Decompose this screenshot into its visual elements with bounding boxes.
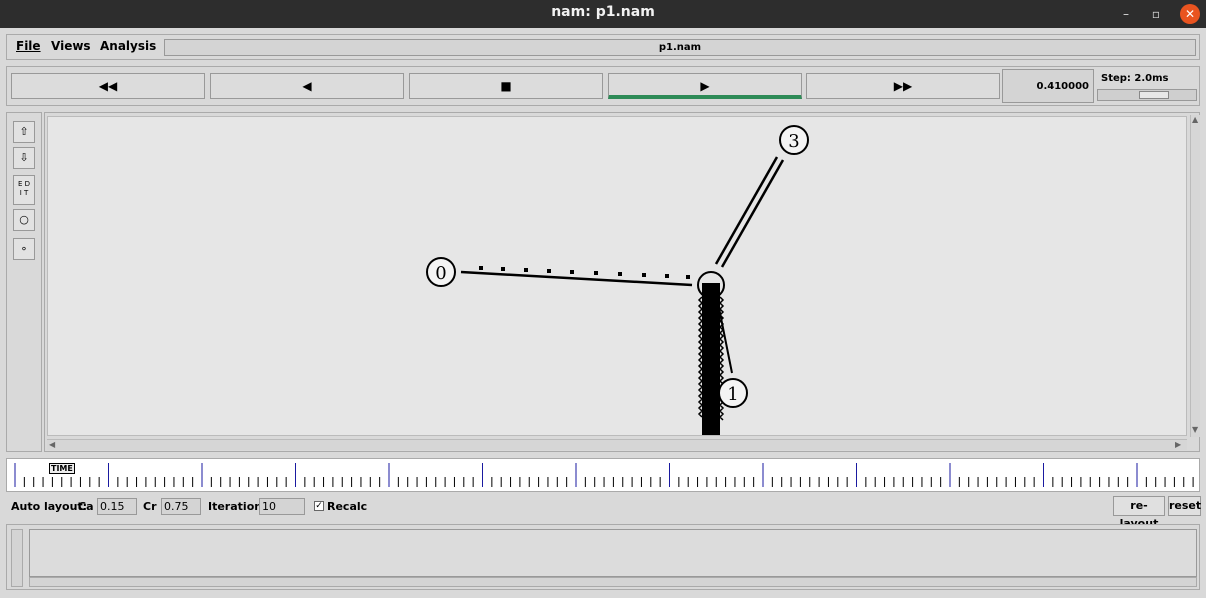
play-button[interactable]: ▶ — [608, 73, 802, 99]
node-3[interactable]: 3 — [779, 125, 809, 155]
large-circle-icon[interactable]: ○ — [13, 209, 35, 231]
menu-file-label: File — [16, 39, 41, 53]
packet — [547, 269, 551, 273]
window-title: nam: p1.nam — [551, 4, 655, 20]
annotation-vertical-scrollbar[interactable] — [11, 529, 23, 587]
auto-layout-bar: Auto layout: Ca 0.15 Cr 0.75 Iterations … — [0, 496, 1206, 530]
maximize-button[interactable]: ▫ — [1146, 4, 1166, 24]
step-slider[interactable] — [1097, 89, 1197, 101]
filename-display: p1.nam — [164, 39, 1196, 56]
step-control: Step: 2.0ms — [1097, 69, 1197, 103]
network-graph: 0 3 1 — [426, 125, 809, 435]
node-1[interactable]: 1 — [718, 378, 748, 408]
relayout-button[interactable]: re-layout — [1113, 496, 1165, 530]
iterations-input[interactable]: 10 — [259, 498, 305, 515]
menu-views[interactable]: Views — [51, 39, 91, 53]
step-back-button[interactable]: ◀ — [210, 73, 404, 99]
stop-button[interactable]: ■ — [409, 73, 603, 99]
menubar: File Views Analysis p1.nam — [6, 34, 1200, 60]
node-3-label: 3 — [788, 131, 799, 152]
current-time-display: 0.410000 — [1002, 69, 1094, 103]
ca-label: Ca — [78, 500, 94, 513]
timeline-time-marker[interactable]: TIME — [49, 463, 75, 474]
ca-input[interactable]: 0.15 — [97, 498, 137, 515]
scroll-down-arrow-icon[interactable]: ▼ — [1192, 425, 1198, 434]
recalc-label: Recalc — [327, 500, 368, 513]
timeline-ticks — [14, 463, 1194, 487]
close-button[interactable]: ✕ — [1180, 4, 1200, 24]
small-circle-icon[interactable]: ∘ — [13, 238, 35, 260]
packet-queue — [697, 283, 725, 435]
scroll-left-arrow-icon[interactable]: ◀ — [49, 440, 55, 449]
window-titlebar: nam: p1.nam – ▫ ✕ — [0, 0, 1206, 28]
minimize-button[interactable]: – — [1116, 4, 1136, 24]
link-2-3-b — [720, 159, 785, 268]
node-0[interactable]: 0 — [426, 257, 456, 287]
packet — [524, 268, 528, 272]
link-2-3-a — [714, 156, 779, 265]
menu-file[interactable]: File — [16, 39, 41, 53]
packet — [570, 270, 574, 274]
zoom-in-icon[interactable]: ⇧ — [13, 121, 35, 143]
packet — [594, 271, 598, 275]
recalc-checkbox[interactable]: ✓ — [314, 501, 324, 511]
packet — [479, 266, 483, 270]
fast-forward-button[interactable]: ▶▶ — [806, 73, 1000, 99]
network-canvas-frame: 0 3 1 ▲ ▼ ◀ ▶ — [44, 112, 1200, 452]
annotation-list[interactable] — [29, 529, 1197, 577]
menu-analysis[interactable]: Analysis — [100, 39, 156, 53]
auto-layout-label: Auto layout: — [11, 500, 88, 513]
step-label: Step: 2.0ms — [1101, 73, 1169, 84]
canvas-vertical-scrollbar[interactable]: ▲ ▼ — [1190, 115, 1200, 437]
menu-analysis-label: Analysis — [100, 39, 157, 53]
packet — [642, 273, 646, 277]
playback-controls: ◀◀ ◀ ■ ▶ ▶▶ 0.410000 Step: 2.0ms — [6, 66, 1200, 106]
timeline-slider[interactable]: TIME — [6, 458, 1200, 492]
cr-input[interactable]: 0.75 — [161, 498, 201, 515]
annotation-panel — [6, 524, 1200, 590]
node-0-label: 0 — [435, 263, 446, 284]
packet — [686, 275, 690, 279]
edit-button[interactable]: E D I T — [13, 175, 35, 205]
side-toolbar: ⇧ ⇩ E D I T ○ ∘ — [6, 112, 42, 452]
scroll-up-arrow-icon[interactable]: ▲ — [1192, 115, 1198, 124]
packet — [501, 267, 505, 271]
queue-edge-left — [697, 296, 704, 418]
packet — [618, 272, 622, 276]
link-0-2 — [460, 270, 693, 287]
step-slider-thumb[interactable] — [1139, 91, 1169, 99]
edit-label: E D I T — [17, 180, 31, 197]
canvas-horizontal-scrollbar[interactable]: ◀ ▶ — [47, 439, 1187, 450]
queue-stack — [702, 283, 720, 435]
rewind-button[interactable]: ◀◀ — [11, 73, 205, 99]
node-1-label: 1 — [727, 384, 738, 405]
cr-label: Cr — [143, 500, 157, 513]
menu-views-label: Views — [51, 39, 91, 53]
scroll-right-arrow-icon[interactable]: ▶ — [1175, 440, 1181, 449]
annotation-horizontal-scrollbar[interactable] — [29, 577, 1197, 587]
packets-link-0 — [479, 266, 690, 279]
network-canvas[interactable]: 0 3 1 — [47, 116, 1187, 436]
packet — [665, 274, 669, 278]
reset-button[interactable]: reset — [1168, 496, 1201, 516]
zoom-out-icon[interactable]: ⇩ — [13, 147, 35, 169]
